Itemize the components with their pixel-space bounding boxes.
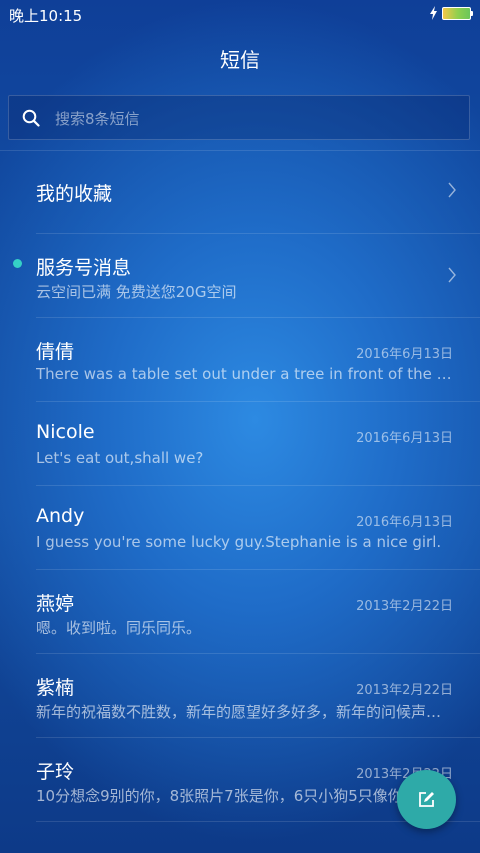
message-preview: There was a table set out under a tree i…: [36, 365, 454, 383]
service-preview: 云空间已满 免费送您20G空间: [36, 283, 237, 301]
compose-button[interactable]: [397, 770, 456, 829]
conversation-row[interactable]: Nicole 2016年6月13日 Let's eat out,shall we…: [0, 402, 480, 486]
message-preview: Let's eat out,shall we?: [36, 449, 204, 467]
contact-name: 子玲: [36, 761, 75, 783]
contact-name: 倩倩: [36, 341, 75, 363]
message-preview: 10分想念9别的你，8张照片7张是你，6只小狗5只像你: [36, 787, 403, 805]
status-time: 晚上10:15: [9, 7, 83, 25]
bolt-icon: [430, 6, 437, 20]
contact-name: Nicole: [36, 421, 95, 443]
contact-name: Andy: [36, 505, 85, 527]
message-date: 2016年6月13日: [356, 347, 453, 362]
message-date: 2016年6月13日: [356, 431, 453, 446]
conversation-row[interactable]: Andy 2016年6月13日 I guess you're some luck…: [0, 486, 480, 570]
message-date: 2016年6月13日: [356, 515, 453, 530]
compose-icon: [419, 792, 434, 807]
favorites-row[interactable]: 我的收藏: [0, 150, 480, 234]
message-date: 2013年2月22日: [356, 599, 453, 614]
status-bar: 晚上10:15: [0, 0, 480, 28]
page-title: 短信: [220, 48, 260, 72]
conversation-row[interactable]: 倩倩 2016年6月13日 There was a table set out …: [0, 318, 480, 402]
battery-icon: [442, 7, 471, 20]
message-preview: I guess you're some lucky guy.Stephanie …: [36, 533, 442, 551]
message-date: 2013年2月22日: [356, 683, 453, 698]
contact-name: 燕婷: [36, 593, 75, 615]
battery-tip: [471, 11, 473, 16]
search-icon: [22, 109, 40, 127]
conversation-row[interactable]: 紫楠 2013年2月22日 新年的祝福数不胜数，新年的愿望好多好多，新年的问候声…: [0, 654, 480, 738]
message-preview: 嗯。收到啦。同乐同乐。: [36, 619, 202, 637]
service-messages-row[interactable]: 服务号消息 云空间已满 免费送您20G空间: [0, 234, 480, 318]
chevron-right-icon: [448, 182, 456, 198]
search-input[interactable]: [53, 96, 457, 141]
unread-dot: [13, 259, 22, 268]
conversation-row[interactable]: 燕婷 2013年2月22日 嗯。收到啦。同乐同乐。: [0, 570, 480, 654]
contact-name: 紫楠: [36, 677, 75, 699]
chevron-right-icon: [448, 267, 456, 283]
service-label: 服务号消息: [36, 257, 132, 279]
favorites-label: 我的收藏: [36, 183, 113, 205]
search-bar[interactable]: [8, 95, 470, 141]
message-preview: 新年的祝福数不胜数，新年的愿望好多好多，新年的问候声声不断: [36, 703, 454, 721]
